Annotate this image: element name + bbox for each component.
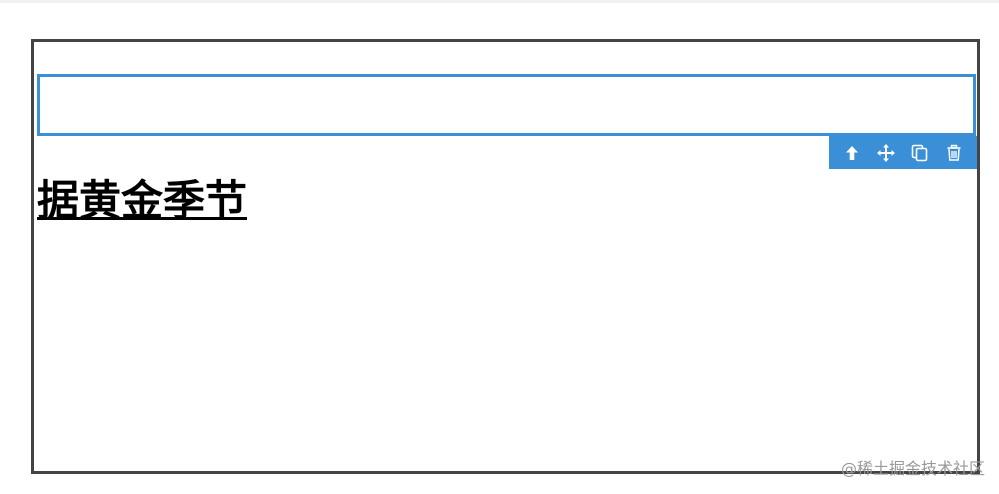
copy-icon [911,144,928,161]
move-up-button[interactable] [839,140,865,166]
watermark-text: @稀土掘金技术社区 [840,459,985,478]
top-divider [0,0,999,3]
page-heading-link[interactable]: 据黄金季节 [37,173,247,229]
trash-icon [947,144,961,161]
arrow-up-icon [846,145,858,160]
editor-canvas[interactable]: 据黄金季节 [31,39,980,474]
drag-move-button[interactable] [873,140,899,166]
delete-button[interactable] [941,140,967,166]
move-icon [877,143,895,162]
selected-empty-block[interactable] [37,74,976,136]
duplicate-button[interactable] [907,140,933,166]
block-toolbar [829,136,977,169]
